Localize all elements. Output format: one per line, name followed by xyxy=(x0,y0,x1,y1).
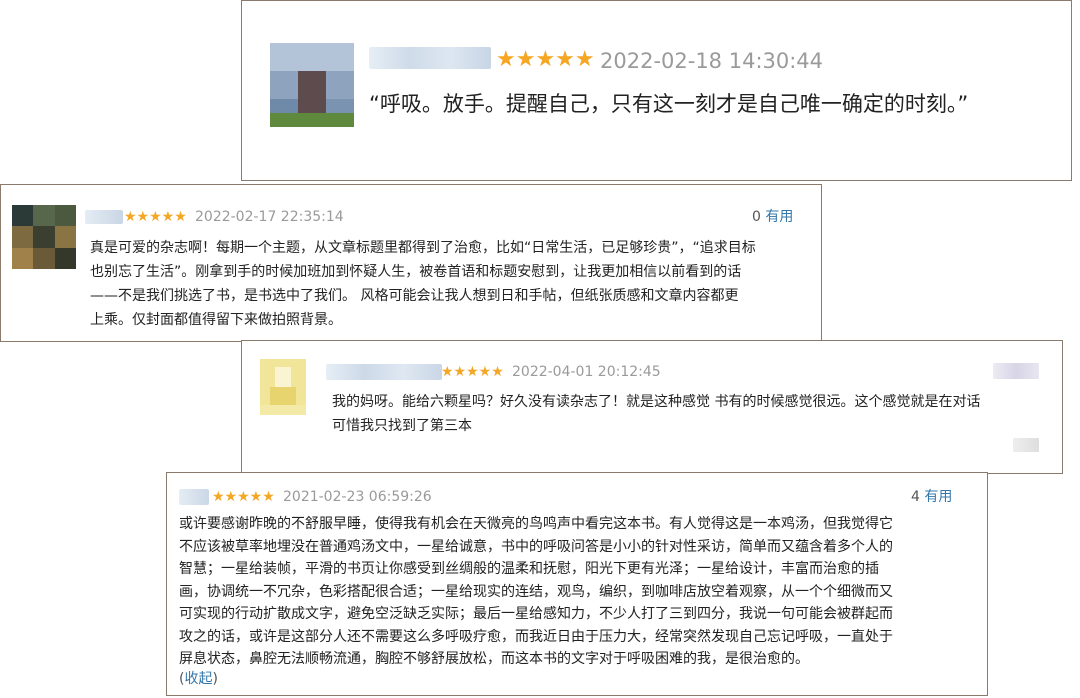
useful-vote[interactable]: 0 有用 xyxy=(752,210,793,224)
username-blurred[interactable] xyxy=(326,364,442,380)
review-line: 攻之的话，或许是这部分人还不需要这么多呼吸疗愈，而我近日由于压力大，经常突然发现… xyxy=(179,628,893,645)
review-text: “呼吸。放手。提醒自己，只有这一刻才是自己唯一确定的时刻。” xyxy=(369,92,969,116)
review-card-2: ★★★★★ 2022-02-17 22:35:14 0 有用 真是可爱的杂志啊！… xyxy=(0,184,822,342)
review-line: 真是可爱的杂志啊！每期一个主题，从文章标题里都得到了治愈，比如“日常生活，已足够… xyxy=(90,240,756,256)
blurred-action[interactable] xyxy=(993,363,1039,379)
collapse-button[interactable]: 收起 xyxy=(184,671,212,687)
useful-count: 0 xyxy=(752,209,761,225)
review-line: 也别忘了生活”。刚拿到手的时候加班加到怀疑人生，被卷首语和标题安慰到，让我更加相… xyxy=(90,264,742,280)
username-blurred[interactable] xyxy=(85,210,123,224)
review-text: 真是可爱的杂志啊！每期一个主题，从文章标题里都得到了治愈，比如“日常生活，已足够… xyxy=(90,236,756,332)
review-text: 或许要感谢昨晚的不舒服早睡，使得我有机会在天微亮的鸟鸣声中看完这本书。有人觉得这… xyxy=(179,513,893,671)
review-line: 画，协调统一不冗杂，色彩搭配很合适；一星给现实的连结，观鸟，编织，到咖啡店放空着… xyxy=(179,583,893,600)
review-time: 2022-02-18 14:30:44 xyxy=(600,49,824,73)
username-blurred[interactable] xyxy=(369,47,491,69)
review-card-4: ★★★★★ 2021-02-23 06:59:26 4 有用 或许要感谢昨晚的不… xyxy=(166,472,988,696)
review-line: 智慧；一星给装帧，平滑的书页让你感受到丝绸般的温柔和抚慰，阳光下更有光泽；一星给… xyxy=(179,561,879,577)
rating-stars: ★★★★★ xyxy=(124,209,187,225)
blurred-action[interactable] xyxy=(1013,438,1039,452)
review-line: 或许要感谢昨晚的不舒服早睡，使得我有机会在天微亮的鸟鸣声中看完这本书。有人觉得这… xyxy=(179,516,893,532)
useful-button[interactable]: 有用 xyxy=(924,489,952,505)
review-line: 我的妈呀。能给六颗星吗？好久没有读杂志了！就是这种感觉 书有的时候感觉很远。这个… xyxy=(332,394,981,410)
review-text: 我的妈呀。能给六颗星吗？好久没有读杂志了！就是这种感觉 书有的时候感觉很远。这个… xyxy=(332,390,980,438)
review-time: 2022-02-17 22:35:14 xyxy=(195,209,344,225)
review-line: ——不是我们挑选了书，是书选中了我们。 风格可能会让我人想到日和手帖，但纸张质感… xyxy=(90,288,739,304)
rating-stars: ★★★★★ xyxy=(496,47,595,72)
review-line: 不应该被草率地埋没在普通鸡汤文中，一星给诚意，书中的呼吸问答是小小的针对性采访，… xyxy=(179,538,893,555)
collapse-link[interactable]: (收起) xyxy=(179,672,218,686)
review-time: 2022-04-01 20:12:45 xyxy=(512,364,661,380)
review-card-1: ★★★★★ 2022-02-18 14:30:44 “呼吸。放手。提醒自己，只有… xyxy=(241,0,1072,181)
useful-count: 4 xyxy=(911,489,920,505)
useful-vote[interactable]: 4 有用 xyxy=(911,490,952,504)
useful-button[interactable]: 有用 xyxy=(765,209,793,225)
rating-stars: ★★★★★ xyxy=(441,364,504,380)
review-line: 屏息状态，鼻腔无法顺畅流通，胸腔不够舒展放松，而这本书的文字对于呼吸困难的我，是… xyxy=(179,651,809,667)
rating-stars: ★★★★★ xyxy=(212,489,275,505)
review-time: 2021-02-23 06:59:26 xyxy=(283,489,432,505)
review-card-3: ★★★★★ 2022-04-01 20:12:45 我的妈呀。能给六颗星吗？好久… xyxy=(241,340,1063,474)
avatar[interactable] xyxy=(270,43,354,127)
avatar[interactable] xyxy=(260,359,306,415)
review-line: 上乘。仅封面都值得留下来做拍照背景。 xyxy=(90,312,342,328)
avatar[interactable] xyxy=(12,205,76,269)
review-line: 可实现的行动扩散成文字，避免空泛缺乏实际；最后一星给感知力，不少人打了三到四分，… xyxy=(179,606,893,622)
review-line: 可惜我只找到了第三本 xyxy=(332,418,472,434)
username-blurred[interactable] xyxy=(179,489,209,505)
collapse-paren-close: ) xyxy=(212,671,218,687)
